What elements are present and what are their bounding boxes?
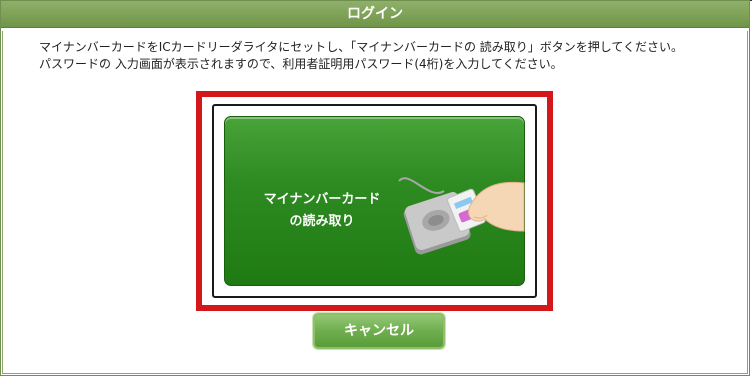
dialog-content: マイナンバーカードをICカードリーダライタにセットし、「マイナンバーカードの 読…	[2, 31, 748, 374]
read-button-frame: マイナンバーカード の読み取り	[212, 104, 537, 298]
read-my-number-card-button[interactable]: マイナンバーカード の読み取り	[224, 116, 525, 286]
highlight-frame: マイナンバーカード の読み取り	[196, 91, 553, 311]
card-reader-with-hand-icon	[398, 177, 525, 255]
cancel-button[interactable]: キャンセル	[313, 313, 445, 349]
instructions: マイナンバーカードをICカードリーダライタにセットし、「マイナンバーカードの 読…	[39, 39, 683, 73]
read-button-label-line-1: マイナンバーカード	[263, 192, 381, 207]
read-button-label: マイナンバーカード の読み取り	[237, 189, 407, 233]
login-dialog: ログイン マイナンバーカードをICカードリーダライタにセットし、「マイナンバーカ…	[0, 0, 750, 376]
dialog-title: ログイン	[1, 1, 749, 28]
instruction-line-1: マイナンバーカードをICカードリーダライタにセットし、「マイナンバーカードの 読…	[39, 40, 684, 54]
instruction-line-2: パスワードの 入力画面が表示されますので、利用者証明用パスワード(4桁)を入力し…	[39, 57, 563, 71]
read-button-label-line-2: の読み取り	[289, 214, 355, 229]
